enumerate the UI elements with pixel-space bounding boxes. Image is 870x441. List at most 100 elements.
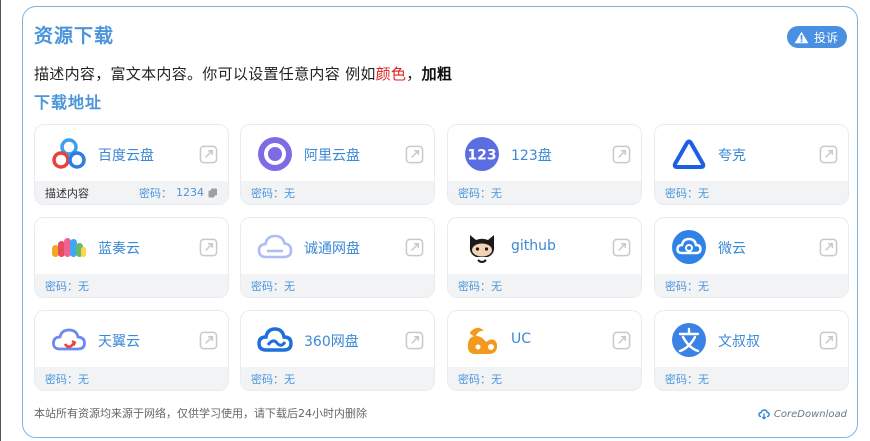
tianyi-cloud-icon (52, 328, 86, 351)
cloud-download-icon (758, 409, 770, 420)
password-label: 密码： (665, 279, 698, 293)
download-info-bar: 密码：无 (448, 367, 641, 390)
password-label: 密码： (251, 372, 284, 386)
description-bold-text: 加粗 (421, 65, 453, 83)
download-card-quark[interactable]: 夸克 密码：无 (654, 124, 849, 205)
wenshushu-icon (672, 323, 706, 357)
password-label: 密码： (45, 372, 78, 386)
download-name: 123盘 (511, 148, 552, 164)
download-card-ctfile[interactable]: 诚通网盘 密码：无 (240, 217, 435, 298)
password-value: 无 (284, 372, 295, 386)
copy-icon[interactable] (208, 188, 218, 198)
download-name: 百度云盘 (98, 148, 154, 164)
download-name: 蓝奏云 (98, 241, 140, 257)
external-link-icon[interactable] (819, 145, 838, 164)
download-name: 360网盘 (304, 334, 359, 350)
download-info-bar: 密码：无 (35, 367, 228, 390)
external-link-icon[interactable] (819, 331, 838, 350)
disclaimer-notice: 本站所有资源均来源于网络，仅供学习使用，请下载后24小时内删除 (34, 407, 367, 420)
password-value: 无 (698, 186, 709, 200)
download-name: 天翼云 (98, 334, 140, 350)
report-button[interactable]: 投诉 (786, 26, 847, 48)
download-card-tianyi[interactable]: 天翼云 密码：无 (34, 310, 229, 391)
password-value: 1234 (176, 186, 204, 199)
rich-description: 描述内容，富文本内容。你可以设置任意内容 例如颜色，加粗 (34, 63, 452, 84)
download-name: UC (511, 331, 532, 347)
external-link-icon[interactable] (199, 145, 218, 164)
report-label: 投诉 (813, 30, 838, 45)
download-card-360pan[interactable]: 360网盘 密码：无 (240, 310, 435, 391)
download-card-123pan[interactable]: 123 123盘 密码：无 (447, 124, 642, 205)
download-card-wenshushu[interactable]: 文叔叔 密码：无 (654, 310, 849, 391)
resource-download-panel: 资源下载 投诉 描述内容，富文本内容。你可以设置任意内容 例如颜色，加粗 下载地… (22, 6, 858, 438)
uc-icon (467, 327, 498, 354)
baidu-cloud-icon (52, 138, 86, 169)
weiyun-icon (672, 230, 706, 264)
download-card-github[interactable]: github 密码：无 (447, 217, 642, 298)
download-name: 文叔叔 (718, 334, 760, 350)
password-label: 密码： (665, 186, 698, 200)
external-link-icon[interactable] (612, 238, 631, 257)
password-value: 无 (78, 372, 89, 386)
password-value: 无 (284, 279, 295, 293)
password-value: 无 (491, 186, 502, 200)
password-value: 无 (491, 279, 502, 293)
warning-icon (794, 31, 809, 43)
external-link-icon[interactable] (819, 238, 838, 257)
external-link-icon[interactable] (612, 331, 631, 350)
download-info-bar: 密码：无 (35, 274, 228, 297)
password-label: 密码： (251, 279, 284, 293)
panel-title: 资源下载 (34, 25, 115, 47)
pan123-icon: 123 (465, 137, 499, 171)
external-link-icon[interactable] (612, 145, 631, 164)
external-link-icon[interactable] (199, 238, 218, 257)
brand-mark: CoreDownload (758, 408, 847, 420)
password-label: 密码： (458, 372, 491, 386)
quark-icon (672, 139, 706, 169)
password-field[interactable]: 密码： 1234 (139, 185, 218, 201)
download-card-baidu[interactable]: 百度云盘 描述内容 密码： 1234 (34, 124, 229, 205)
external-link-icon[interactable] (405, 238, 424, 257)
ctfile-icon (257, 234, 293, 259)
password-label: 密码： (458, 186, 491, 200)
external-link-icon[interactable] (199, 331, 218, 350)
download-info-bar: 密码：无 (241, 274, 434, 297)
download-info-bar: 密码：无 (655, 367, 848, 390)
download-card-aliyun[interactable]: 阿里云盘 密码：无 (240, 124, 435, 205)
password-value: 无 (491, 372, 502, 386)
downloads-title: 下载地址 (34, 93, 103, 112)
download-info-bar: 描述内容 密码： 1234 (35, 181, 228, 204)
download-name: github (511, 238, 556, 254)
download-info-bar: 密码：无 (655, 274, 848, 297)
description-separator: ， (406, 65, 422, 83)
password-label: 密码： (458, 279, 491, 293)
download-info-bar: 密码：无 (448, 274, 641, 297)
download-card-lanzou[interactable]: 蓝奏云 密码：无 (34, 217, 229, 298)
password-value: 无 (284, 186, 295, 200)
description-red-text: 颜色 (375, 65, 407, 83)
password-label: 密码： (139, 186, 172, 200)
password-value: 无 (698, 372, 709, 386)
download-grid: 百度云盘 描述内容 密码： 1234 阿里云盘 密码： 无 123 123盘 密… (34, 124, 849, 399)
download-note: 描述内容 (45, 186, 89, 200)
external-link-icon[interactable] (405, 145, 424, 164)
download-name: 微云 (718, 241, 746, 257)
external-link-icon[interactable] (405, 331, 424, 350)
password-value: 无 (698, 279, 709, 293)
lanzou-icon (52, 238, 86, 257)
brand-text: CoreDownload (773, 408, 847, 420)
github-icon (469, 235, 495, 263)
download-name: 夸克 (718, 148, 746, 164)
password-label: 密码： (665, 372, 698, 386)
download-card-uc[interactable]: UC 密码：无 (447, 310, 642, 391)
download-name: 阿里云盘 (304, 148, 360, 164)
download-name: 诚通网盘 (304, 241, 360, 257)
download-card-weiyun[interactable]: 微云 密码：无 (654, 217, 849, 298)
password-label: 密码： (251, 186, 284, 200)
download-info-bar: 密码：无 (655, 181, 848, 204)
password-label: 密码： (45, 279, 78, 293)
download-info-bar: 密码：无 (241, 367, 434, 390)
description-text: 描述内容，富文本内容。你可以设置任意内容 例如 (34, 65, 376, 83)
page-edge-divider (0, 0, 1, 441)
download-info-bar: 密码：无 (241, 181, 434, 204)
